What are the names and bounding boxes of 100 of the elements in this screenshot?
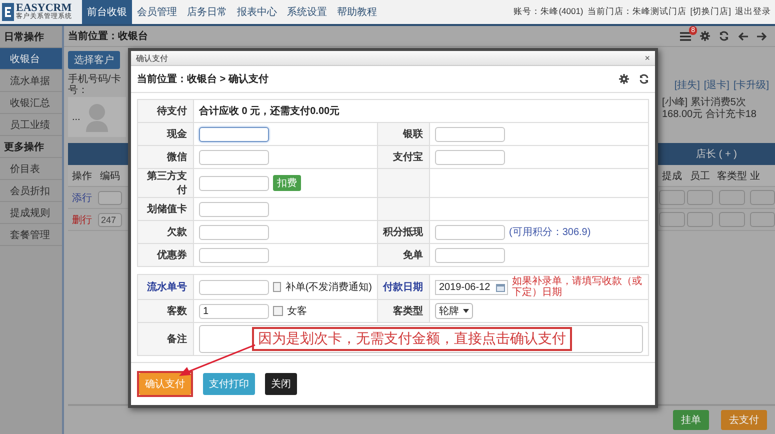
- dialog-breadcrumb: 当前位置：收银台 > 确认支付: [137, 72, 268, 86]
- field-label: 客数: [138, 300, 194, 323]
- member-info: [小峰] 累计消费5次 168.00元 合计充卡18: [662, 97, 758, 121]
- checkbox[interactable]: [273, 282, 282, 292]
- menu-icon[interactable]: [680, 32, 691, 40]
- calendar-icon: [496, 282, 506, 292]
- text-field[interactable]: [199, 176, 269, 190]
- field-label: 银联: [378, 123, 430, 146]
- sidebar-item[interactable]: 流水单据: [0, 70, 62, 92]
- more-button[interactable]: ...: [72, 112, 80, 122]
- nav-tab[interactable]: 报表中心: [232, 0, 282, 24]
- text-field[interactable]: [199, 150, 269, 164]
- card-link[interactable]: [挂失]: [674, 78, 700, 92]
- logout-link[interactable]: 退出登录: [735, 6, 771, 18]
- field-label: 待支付: [138, 100, 194, 123]
- column-header: 员工: [689, 170, 711, 182]
- sidebar-item[interactable]: 员工业绩: [0, 114, 62, 136]
- date-field[interactable]: 2019-06-12: [435, 280, 508, 294]
- cell-field[interactable]: [687, 212, 713, 227]
- close-button[interactable]: ×: [644, 53, 650, 63]
- dialog-button[interactable]: 关闭: [265, 373, 297, 395]
- field-label: 现金: [138, 123, 194, 146]
- row-action-link[interactable]: 删行: [72, 212, 92, 226]
- text-field[interactable]: [199, 202, 269, 216]
- text-field[interactable]: 1: [199, 304, 269, 318]
- refresh-icon[interactable]: [719, 31, 729, 41]
- remark-field[interactable]: [199, 325, 643, 353]
- checkbox-label: 补单(不发消费通知): [285, 280, 372, 294]
- field-label: 流水单号: [138, 275, 194, 300]
- field-label: 支付宝: [378, 146, 430, 169]
- nav-tab[interactable]: 系统设置: [282, 0, 332, 24]
- caret-icon: [463, 309, 469, 313]
- field-label: 免单: [378, 244, 430, 267]
- field-label: 积分抵现: [378, 221, 430, 244]
- sidebar-item[interactable]: 会员折扣: [0, 180, 62, 202]
- sidebar-item[interactable]: 提成规则: [0, 202, 62, 224]
- text-field[interactable]: [435, 126, 505, 142]
- column-header: 提成: [661, 170, 683, 182]
- switch-store-link[interactable]: [切换门店]: [690, 6, 731, 18]
- sidebar-item[interactable]: 收银汇总: [0, 92, 62, 114]
- select-field[interactable]: 轮牌: [435, 303, 473, 319]
- back-arrow-icon[interactable]: [738, 32, 748, 40]
- code-field[interactable]: [98, 190, 122, 204]
- column-header: 业: [750, 170, 761, 182]
- text-field[interactable]: [435, 150, 505, 164]
- settings-icon[interactable]: [619, 74, 629, 84]
- phone-label: 手机号码/卡号：: [68, 74, 122, 96]
- card-link[interactable]: [退卡]: [704, 78, 730, 92]
- field-label: 付款日期: [378, 275, 430, 300]
- field-label: 客类型: [378, 300, 430, 323]
- checkbox[interactable]: [273, 306, 283, 316]
- dialog-button[interactable]: 支付打印: [203, 373, 255, 395]
- field-label: 备注: [138, 323, 194, 356]
- logo-mark-icon: [2, 3, 14, 21]
- nav-tab[interactable]: 帮助教程: [332, 0, 382, 24]
- cell-field[interactable]: [750, 212, 775, 227]
- sidebar-section-title: 更多操作: [0, 136, 62, 158]
- cell-field[interactable]: [659, 190, 685, 205]
- settings-icon[interactable]: [700, 31, 710, 41]
- text-field[interactable]: [199, 248, 269, 262]
- field-label: 优惠券: [138, 244, 194, 267]
- column-group-header: 店长 ( + ): [695, 148, 738, 161]
- cell-field[interactable]: [750, 190, 775, 205]
- text-field[interactable]: [199, 126, 269, 142]
- sidebar-item[interactable]: 收银台: [0, 48, 62, 70]
- select-customer-button[interactable]: 选择客户: [68, 51, 120, 69]
- sidebar-item[interactable]: 套餐管理: [0, 224, 62, 246]
- text-field[interactable]: [199, 280, 269, 294]
- amount-due: 合计应收 0 元，还需支付0.00元: [199, 104, 340, 118]
- cell-field[interactable]: [719, 212, 745, 227]
- action-button[interactable]: 去支付: [721, 410, 767, 430]
- column-header: 编码: [99, 170, 121, 182]
- text-field[interactable]: [199, 224, 269, 240]
- field-label: 第三方支付: [138, 169, 194, 198]
- action-button[interactable]: 挂单: [673, 410, 709, 430]
- sidebar-item[interactable]: 价目表: [0, 158, 62, 180]
- breadcrumb: 当前位置：收银台: [68, 30, 148, 43]
- account-text: 账号：朱峰(4001): [514, 6, 584, 18]
- nav-tab[interactable]: 会员管理: [132, 0, 182, 24]
- field-label: 划储值卡: [138, 198, 194, 221]
- text-field[interactable]: [435, 248, 505, 262]
- refresh-icon[interactable]: [639, 74, 649, 84]
- store-text: 当前门店：朱峰测试门店: [587, 6, 686, 18]
- forward-arrow-icon[interactable]: [757, 32, 767, 40]
- code-field[interactable]: 247: [98, 212, 122, 226]
- card-link[interactable]: [卡升级]: [733, 78, 769, 92]
- cell-field[interactable]: [719, 190, 745, 205]
- dialog-title: 确认支付: [136, 52, 168, 64]
- annotation-callout: 因为是划次卡，无需支付金额，直接点击确认支付: [252, 327, 572, 351]
- avatar-icon: [84, 102, 110, 132]
- nav-tab[interactable]: 店务日常: [182, 0, 232, 24]
- field-label: 欠款: [138, 221, 194, 244]
- column-header: 客类型: [716, 170, 748, 182]
- cell-field[interactable]: [659, 212, 685, 227]
- cell-field[interactable]: [687, 190, 713, 205]
- nav-tab[interactable]: 前台收银: [82, 0, 132, 24]
- field-label: 微信: [138, 146, 194, 169]
- deduct-button[interactable]: 扣费: [273, 175, 301, 191]
- row-action-link[interactable]: 添行: [72, 190, 92, 204]
- text-field[interactable]: [435, 224, 505, 240]
